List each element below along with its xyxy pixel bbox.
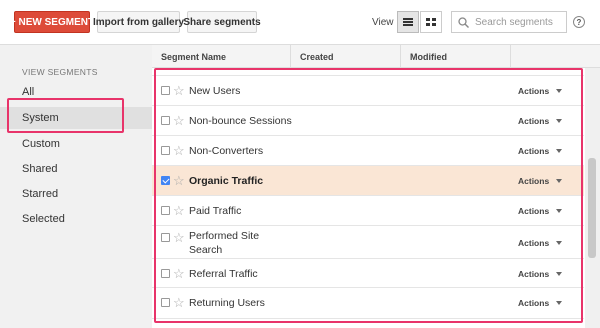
grid-view-icon	[426, 17, 436, 27]
scrollbar-thumb[interactable]	[588, 158, 596, 258]
help-icon[interactable]: ?	[573, 16, 585, 28]
toolbar: + NEW SEGMENT Import from gallery Share …	[0, 0, 600, 44]
list-view-button[interactable]	[397, 11, 419, 33]
system-highlight-box	[7, 98, 124, 133]
scrollbar[interactable]	[585, 68, 600, 328]
import-from-gallery-button[interactable]: Import from gallery	[93, 11, 184, 33]
list-view-icon	[403, 18, 413, 26]
column-header-created[interactable]: Created	[290, 45, 400, 68]
sidebar-item-custom[interactable]: Custom	[0, 133, 152, 155]
view-label: View	[372, 17, 394, 28]
new-segment-button[interactable]: + NEW SEGMENT	[10, 11, 94, 33]
column-header-segment-name[interactable]: Segment Name	[152, 45, 290, 68]
search-box[interactable]	[451, 11, 567, 33]
grid-view-button[interactable]	[420, 11, 442, 33]
column-header-actions	[510, 45, 600, 68]
sidebar: VIEW SEGMENTS All System Custom Shared S…	[0, 44, 152, 328]
column-header-modified[interactable]: Modified	[400, 45, 510, 68]
sidebar-heading: VIEW SEGMENTS	[22, 67, 98, 77]
search-icon	[458, 16, 469, 28]
sidebar-item-selected[interactable]: Selected	[0, 208, 152, 230]
table-header: Segment Name Created Modified	[152, 44, 600, 68]
table-highlight-box	[154, 68, 583, 323]
share-segments-button[interactable]: Share segments	[183, 11, 261, 33]
sidebar-item-shared[interactable]: Shared	[0, 158, 152, 180]
search-input[interactable]	[475, 16, 565, 28]
sidebar-item-starred[interactable]: Starred	[0, 183, 152, 205]
